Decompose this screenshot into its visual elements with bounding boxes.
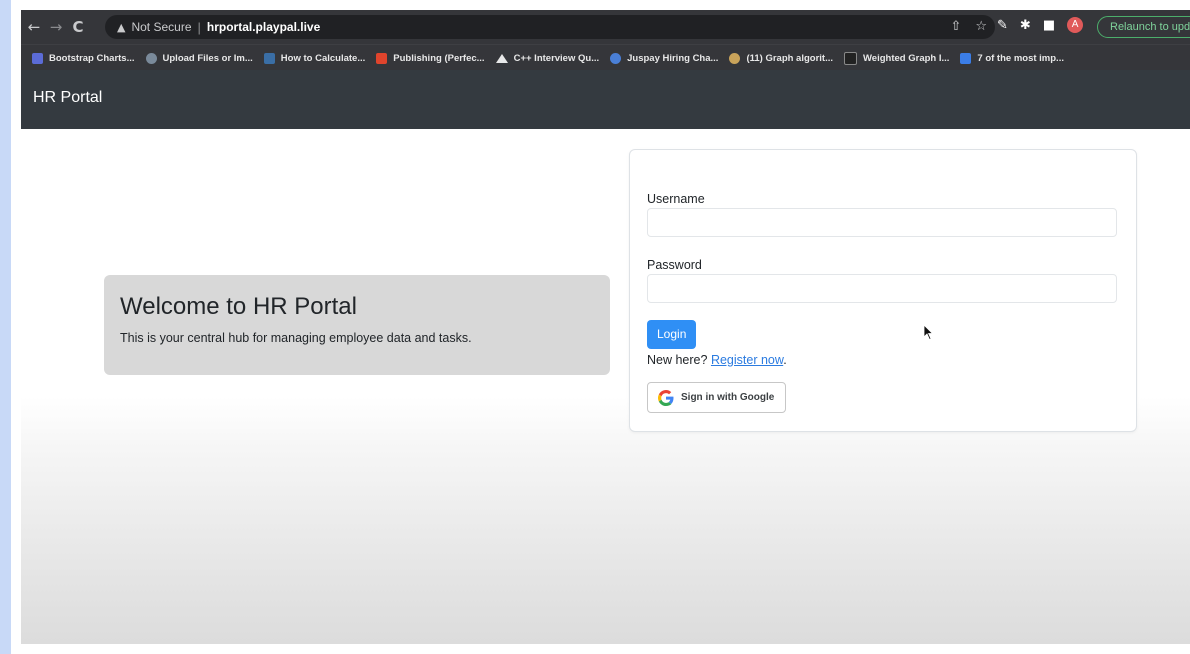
screen-frame: ← → C ▲ Not Secure | hrportal.playpal.li…: [11, 0, 1190, 654]
bookmark-item[interactable]: (11) Graph algorit...: [729, 52, 834, 64]
browser-window: ← → C ▲ Not Secure | hrportal.playpal.li…: [21, 10, 1190, 644]
bookmarks-bar: Bootstrap Charts... Upload Files or Im..…: [21, 44, 1190, 71]
welcome-title: Welcome to HR Portal: [120, 293, 357, 320]
google-logo-icon: [658, 389, 674, 406]
bookmark-item[interactable]: Publishing (Perfec...: [376, 52, 485, 64]
bookmark-favicon-icon: [960, 52, 972, 64]
browser-toolbar: ← → C ▲ Not Secure | hrportal.playpal.li…: [21, 10, 1190, 44]
bookmark-label: Upload Files or Im...: [162, 52, 253, 64]
left-edge-strip: [0, 0, 11, 654]
side-panel-icon[interactable]: ■: [1043, 18, 1055, 33]
address-bar[interactable]: ▲ Not Secure | hrportal.playpal.live ⇧ ☆: [105, 15, 995, 39]
url-text[interactable]: hrportal.playpal.live: [207, 20, 320, 34]
bookmark-favicon-icon: [32, 52, 43, 64]
bookmark-item[interactable]: Bootstrap Charts...: [32, 52, 135, 64]
bookmark-favicon-icon: [729, 52, 741, 64]
register-suffix: .: [783, 353, 787, 367]
share-icon[interactable]: ⇧: [950, 19, 961, 34]
bookmark-label: Bootstrap Charts...: [49, 52, 135, 64]
bookmark-star-icon[interactable]: ☆: [975, 19, 987, 34]
welcome-jumbotron: Welcome to HR Portal This is your centra…: [104, 275, 610, 375]
reload-icon[interactable]: C: [67, 18, 89, 36]
bookmark-label: Publishing (Perfec...: [393, 52, 485, 64]
register-prompt: New here? Register now.: [647, 353, 787, 367]
bookmark-favicon-icon: [844, 51, 858, 65]
bookmark-item[interactable]: 7 of the most imp...: [960, 52, 1064, 64]
mouse-cursor-icon: [924, 325, 934, 341]
bookmark-label: Juspay Hiring Cha...: [627, 52, 719, 64]
welcome-subtitle: This is your central hub for managing em…: [120, 331, 472, 345]
login-button[interactable]: Login: [647, 320, 697, 349]
warning-triangle-icon[interactable]: ▲: [117, 21, 125, 34]
navbar-brand[interactable]: HR Portal: [33, 89, 102, 107]
bookmark-item[interactable]: Weighted Graph I...: [844, 51, 950, 65]
pen-extension-icon[interactable]: ✎: [997, 18, 1008, 33]
bookmark-favicon-icon: [495, 53, 508, 63]
bookmark-label: (11) Graph algorit...: [746, 52, 834, 64]
back-arrow-icon[interactable]: ←: [23, 18, 45, 36]
extension-icons: ✎ ✱ ■ A: [997, 17, 1084, 33]
app-navbar: HR Portal: [21, 70, 1190, 129]
bookmark-favicon-icon: [610, 52, 622, 64]
google-signin-button[interactable]: Sign in with Google: [647, 382, 786, 413]
register-link[interactable]: Register now: [711, 353, 783, 367]
password-label: Password: [647, 258, 702, 272]
bookmark-item[interactable]: C++ Interview Qu...: [495, 52, 600, 64]
username-label: Username: [647, 192, 705, 206]
bookmark-item[interactable]: Upload Files or Im...: [145, 52, 253, 64]
relaunch-button[interactable]: Relaunch to upda: [1097, 16, 1190, 38]
omnibox-actions: ⇧ ☆: [950, 19, 987, 34]
forward-arrow-icon[interactable]: →: [45, 18, 67, 36]
username-input[interactable]: [647, 208, 1117, 237]
bookmark-favicon-icon: [145, 52, 157, 64]
bookmark-favicon-icon: [263, 52, 275, 64]
login-card: Username Password Login New here? Regist…: [629, 149, 1137, 432]
bookmark-favicon-icon: [376, 52, 388, 64]
address-separator: |: [197, 19, 201, 35]
puzzle-extensions-icon[interactable]: ✱: [1020, 18, 1031, 33]
bookmark-item[interactable]: Juspay Hiring Cha...: [610, 52, 719, 64]
bookmark-label: How to Calculate...: [280, 52, 366, 64]
bookmark-label: Weighted Graph I...: [863, 52, 950, 64]
main-content: Welcome to HR Portal This is your centra…: [21, 129, 1190, 644]
password-input[interactable]: [647, 274, 1117, 303]
bookmark-label: C++ Interview Qu...: [513, 52, 600, 64]
bookmark-item[interactable]: How to Calculate...: [263, 52, 366, 64]
bookmark-label: 7 of the most imp...: [977, 52, 1064, 64]
profile-avatar[interactable]: A: [1067, 17, 1084, 33]
google-signin-label: Sign in with Google: [681, 392, 775, 403]
register-prefix: New here?: [647, 353, 711, 367]
security-status[interactable]: Not Secure: [131, 20, 191, 34]
